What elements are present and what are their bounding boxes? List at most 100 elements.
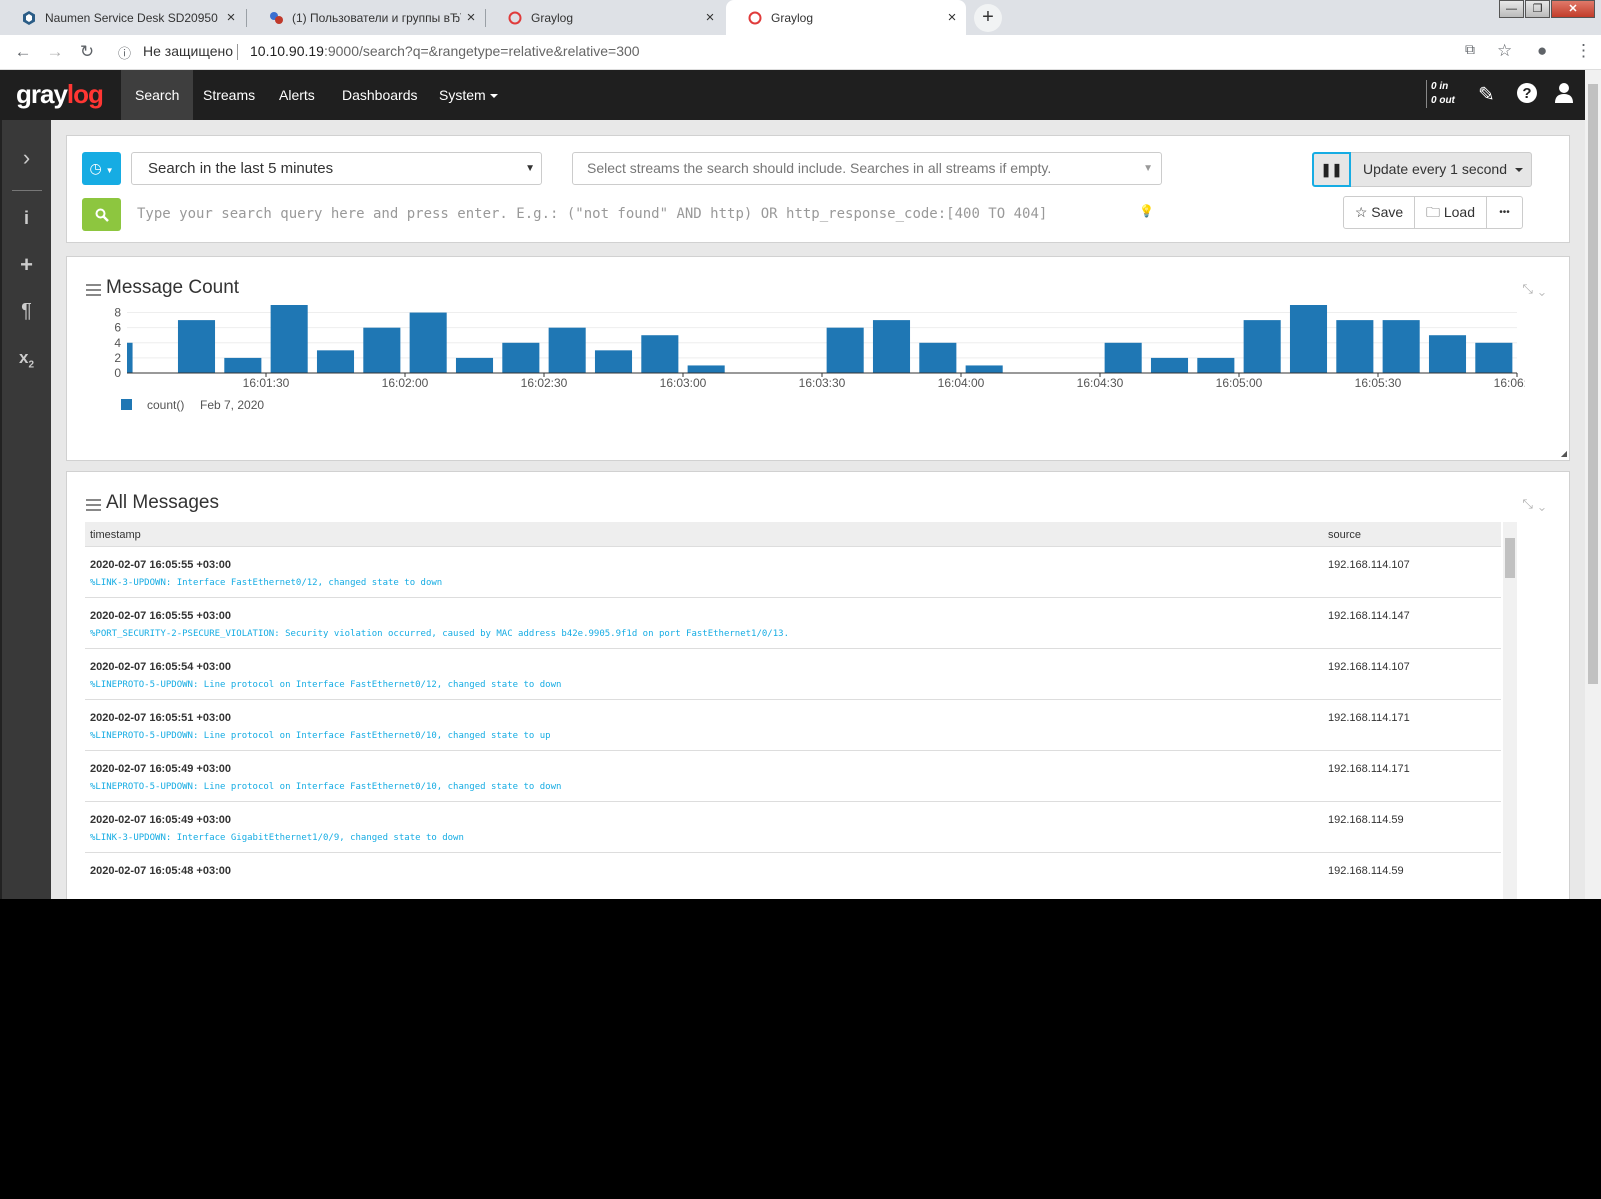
- tab-naumen[interactable]: Naumen Service Desk SD20950 ×: [0, 0, 245, 35]
- help-icon[interactable]: ?: [1516, 82, 1538, 110]
- table-row[interactable]: 2020-02-07 16:05:55 +03:00 %PORT_SECURIT…: [85, 598, 1501, 649]
- search-button[interactable]: [82, 198, 121, 231]
- chart-bar[interactable]: [1382, 320, 1420, 373]
- security-status[interactable]: Не защищено: [143, 43, 233, 59]
- close-icon[interactable]: ×: [461, 9, 481, 26]
- chart-bar[interactable]: [1336, 320, 1374, 373]
- table-row[interactable]: 2020-02-07 16:05:55 +03:00 %LINK-3-UPDOW…: [85, 547, 1501, 598]
- chart-bar[interactable]: [177, 320, 216, 373]
- resize-handle-icon[interactable]: ◢: [1561, 449, 1567, 458]
- plus-icon[interactable]: +: [2, 252, 51, 278]
- chart-bar[interactable]: [1428, 335, 1467, 373]
- back-icon[interactable]: ←: [12, 42, 34, 62]
- chart-bar[interactable]: [224, 357, 262, 373]
- column-header-source[interactable]: source: [1328, 529, 1361, 541]
- chart-bar[interactable]: [127, 342, 133, 373]
- translate-icon[interactable]: ⧉: [1465, 41, 1475, 58]
- profile-icon[interactable]: ●: [1537, 41, 1547, 61]
- chart-bars: [127, 305, 1513, 373]
- chart-bar[interactable]: [409, 312, 447, 373]
- chart-bar[interactable]: [594, 350, 633, 373]
- edit-icon[interactable]: ✎: [1478, 82, 1495, 107]
- row-source: 192.168.114.147: [1328, 610, 1410, 622]
- chart-bar[interactable]: [270, 305, 308, 373]
- chevron-right-icon[interactable]: ›: [2, 145, 51, 171]
- drag-handle-icon[interactable]: [86, 499, 101, 514]
- nav-alerts[interactable]: Alerts: [265, 70, 329, 120]
- throughput-counter[interactable]: 0 in 0 out: [1426, 80, 1455, 108]
- table-row[interactable]: 2020-02-07 16:05:51 +03:00 %LINEPROTO-5-…: [85, 700, 1501, 751]
- column-header-timestamp[interactable]: timestamp: [90, 529, 141, 541]
- info-icon[interactable]: i: [2, 208, 51, 229]
- pause-button[interactable]: ❚❚: [1312, 152, 1351, 187]
- maximize-button[interactable]: ❐: [1525, 0, 1550, 18]
- nav-dashboards[interactable]: Dashboards: [328, 70, 432, 120]
- chart-bar[interactable]: [872, 320, 911, 373]
- tab-graylog-1[interactable]: Graylog ×: [486, 0, 724, 35]
- bookmark-star-icon[interactable]: ☆: [1497, 41, 1512, 61]
- table-row[interactable]: 2020-02-07 16:05:49 +03:00 %LINEPROTO-5-…: [85, 751, 1501, 802]
- minimize-button[interactable]: —: [1499, 0, 1524, 18]
- chart-bar[interactable]: [919, 342, 957, 373]
- refresh-interval-dropdown[interactable]: Update every 1 second: [1351, 152, 1532, 187]
- close-icon[interactable]: ×: [700, 9, 720, 26]
- chart-bar[interactable]: [1104, 342, 1142, 373]
- window-close-button[interactable]: ✕: [1551, 0, 1595, 18]
- chart-bar[interactable]: [316, 350, 355, 373]
- chart-bar[interactable]: [965, 365, 1003, 373]
- chart-bar[interactable]: [687, 365, 725, 373]
- chart-bar[interactable]: [641, 335, 679, 373]
- save-button[interactable]: ☆ Save: [1343, 196, 1415, 229]
- drag-handle-icon[interactable]: [86, 284, 101, 299]
- nav-search[interactable]: Search: [121, 70, 194, 120]
- subscript-icon[interactable]: x2: [2, 348, 51, 370]
- search-query-input[interactable]: [131, 198, 1161, 231]
- page-scrollbar[interactable]: [1585, 70, 1601, 899]
- range-select[interactable]: Search in the last 5 minutes ▼: [131, 152, 542, 185]
- chart-bar[interactable]: [1475, 342, 1513, 373]
- streams-select[interactable]: Select streams the search should include…: [572, 152, 1162, 185]
- table-row[interactable]: 2020-02-07 16:05:49 +03:00 %LINK-3-UPDOW…: [85, 802, 1501, 853]
- nav-system-label: System: [439, 87, 486, 103]
- table-row[interactable]: 2020-02-07 16:05:54 +03:00 %LINEPROTO-5-…: [85, 649, 1501, 700]
- range-type-button[interactable]: ◷ ▼: [82, 152, 121, 185]
- chevron-down-icon[interactable]: ⌄: [1539, 496, 1551, 511]
- browser-menu-icon[interactable]: ⋮: [1575, 41, 1592, 61]
- tab-graylog-active[interactable]: Graylog ×: [726, 0, 966, 35]
- chevron-down-icon[interactable]: ⌄: [1539, 281, 1551, 296]
- chart-bar[interactable]: [502, 342, 540, 373]
- reload-icon[interactable]: ↻: [76, 42, 98, 62]
- chart-bar[interactable]: [826, 327, 864, 373]
- chart-bar[interactable]: [1197, 357, 1235, 373]
- collapse-icon[interactable]: ⤡: [1522, 496, 1538, 511]
- chart-bar[interactable]: [1243, 320, 1281, 373]
- graylog-logo[interactable]: graylog: [16, 79, 104, 110]
- nav-system[interactable]: System: [425, 70, 512, 120]
- more-actions-button[interactable]: •••: [1486, 196, 1523, 229]
- chart-bar[interactable]: [363, 327, 401, 373]
- new-tab-button[interactable]: +: [974, 4, 1002, 32]
- user-icon[interactable]: [1554, 82, 1574, 110]
- collapse-icon[interactable]: ⤡: [1522, 281, 1538, 296]
- tab-users-groups[interactable]: (1) Пользователи и группы вЂ˘ ×: [247, 0, 485, 35]
- folder-icon: 🗀: [1425, 204, 1440, 220]
- table-row[interactable]: 2020-02-07 16:05:48 +03:00 192.168.114.5…: [85, 853, 1501, 899]
- url-field[interactable]: 10.10.90.19:9000/search?q=&rangetype=rel…: [250, 43, 640, 59]
- address-divider: [237, 44, 238, 60]
- table-scrollbar[interactable]: [1503, 522, 1517, 899]
- table-scrollbar-thumb[interactable]: [1505, 538, 1515, 578]
- close-icon[interactable]: ×: [221, 9, 241, 26]
- chart-bar[interactable]: [1289, 305, 1328, 373]
- nav-streams[interactable]: Streams: [189, 70, 269, 120]
- y-tick-label: 4: [114, 336, 121, 350]
- page-scrollbar-thumb[interactable]: [1588, 84, 1598, 684]
- pilcrow-icon[interactable]: ¶: [2, 300, 51, 323]
- close-icon[interactable]: ×: [942, 9, 962, 26]
- info-icon[interactable]: ⓘ: [118, 43, 131, 62]
- chart-bar[interactable]: [1150, 357, 1189, 373]
- chart-bar[interactable]: [548, 327, 586, 373]
- load-button[interactable]: 🗀 Load: [1414, 196, 1487, 229]
- chart-bar[interactable]: [455, 357, 494, 373]
- lightbulb-icon[interactable]: 💡: [1139, 204, 1154, 218]
- forward-icon[interactable]: →: [44, 42, 66, 62]
